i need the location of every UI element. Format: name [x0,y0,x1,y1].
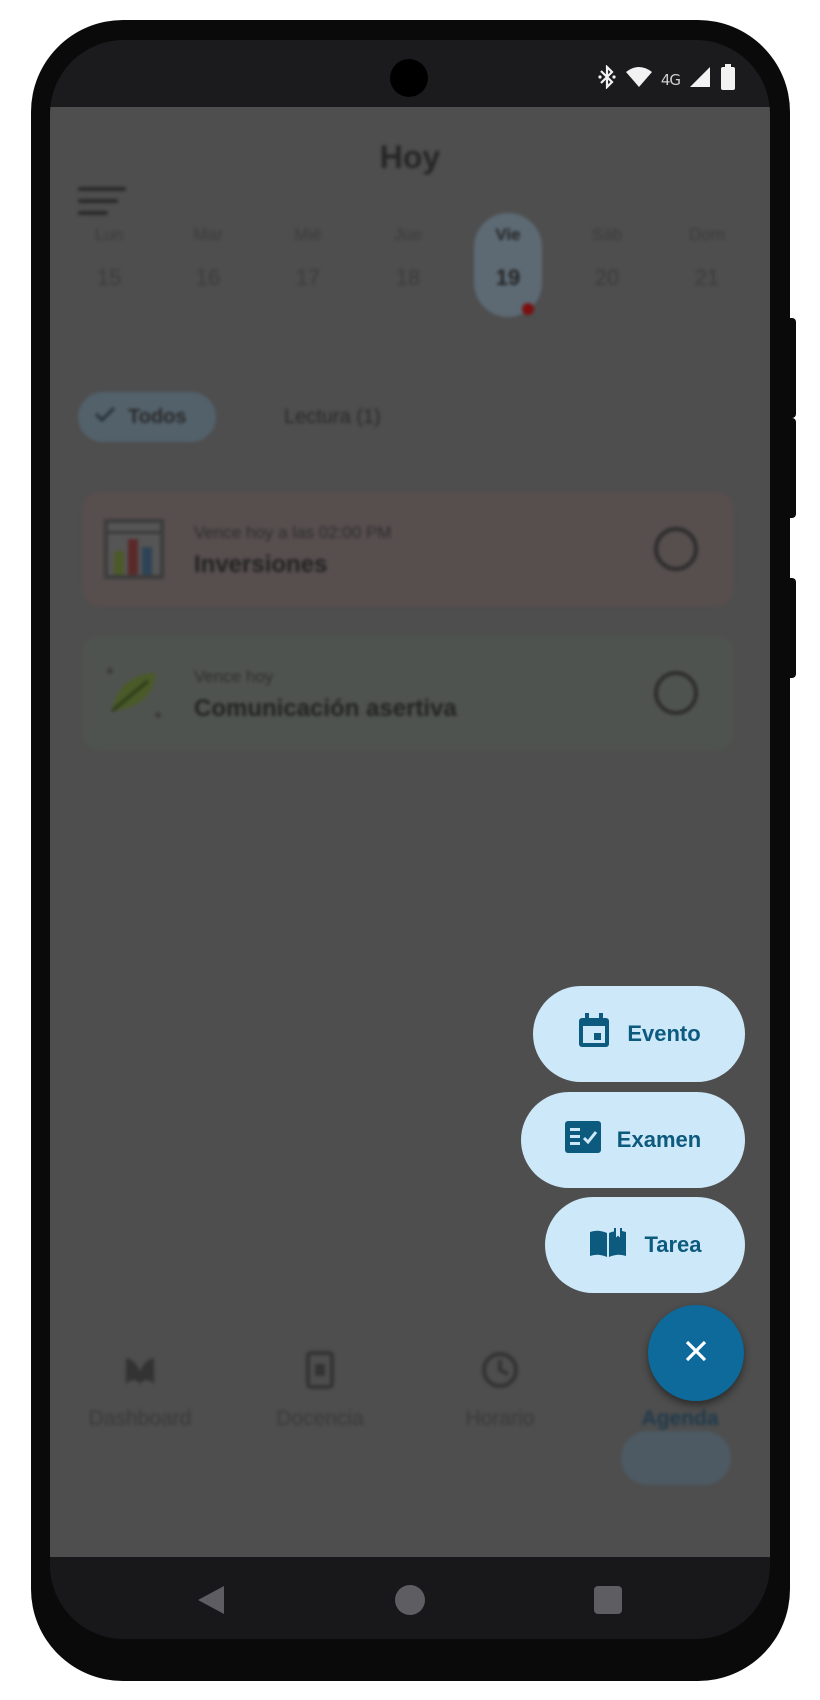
day-dom[interactable]: Dom 21 [674,225,740,291]
filter-chip-lectura[interactable]: Lectura (1) [272,392,412,442]
task-title: Comunicación asertiva [194,695,457,722]
home-icon[interactable] [395,1585,425,1620]
nav-item-docencia[interactable]: Docencia [230,1350,410,1431]
book-icon [588,1226,628,1264]
day-sab[interactable]: Sáb 20 [574,225,640,291]
filter-chip-todos[interactable]: Todos [78,392,216,442]
task-complete-checkbox[interactable] [654,527,698,571]
task-due: Vence hoy [194,667,274,686]
task-complete-checkbox[interactable] [654,671,698,715]
bluetooth-icon [597,64,617,94]
side-button-upper [786,318,796,418]
check-icon [94,405,116,429]
add-event-label: Evento [627,1021,701,1046]
nav-item-horario[interactable]: Horario [410,1350,590,1431]
checklist-icon [564,1121,601,1159]
day-event-dot [522,303,534,315]
filter-chip-label: Todos [128,405,187,428]
side-button-lower [786,578,796,678]
leaf-icon [102,661,166,730]
add-event-button[interactable]: Evento [533,986,745,1082]
day-vie[interactable]: Vie 19 [475,225,541,291]
add-exam-label: Examen [616,1127,702,1152]
recents-icon[interactable] [594,1586,622,1619]
system-navigation-bar [50,1557,770,1639]
task-card[interactable]: Vence hoy Comunicación asertiva [82,635,734,751]
day-lun[interactable]: Lun 15 [76,225,142,291]
task-due: Vence hoy a las 02:00 PM [194,523,392,542]
task-card[interactable]: Vence hoy a las 02:00 PM Inversiones [82,491,734,607]
network-type: 4G [660,70,681,89]
clock-icon [480,1352,520,1394]
docencia-icon [300,1351,340,1394]
add-task-label: Tarea [644,1232,702,1257]
day-mar[interactable]: Mar 16 [175,225,241,291]
dashboard-icon [120,1358,160,1394]
calendar-icon [577,1013,611,1055]
screen: 4G Hoy Lun 15 Mar 16 Mié 17 Jue 18 Vie 19 [50,40,770,1639]
side-button-middle [786,418,796,518]
day-mie[interactable]: Mié 17 [275,225,341,291]
status-bar: 4G [50,40,770,107]
battery-icon [720,64,736,95]
page-title: Hoy [379,139,441,175]
filter-chip-label: Lectura (1) [284,405,381,428]
bar-chart-icon [102,517,166,586]
close-icon [684,1339,708,1368]
back-icon[interactable] [196,1584,226,1621]
close-fab-button[interactable] [648,1305,744,1401]
add-exam-button[interactable]: Examen [521,1092,745,1188]
wifi-icon [625,66,653,93]
day-jue[interactable]: Jue 18 [375,225,441,291]
front-camera [390,59,428,97]
task-title: Inversiones [194,551,328,578]
signal-icon [688,65,712,94]
nav-item-dashboard[interactable]: Dashboard [50,1350,230,1431]
status-icons: 4G [597,64,736,95]
add-task-button[interactable]: Tarea [545,1197,745,1293]
